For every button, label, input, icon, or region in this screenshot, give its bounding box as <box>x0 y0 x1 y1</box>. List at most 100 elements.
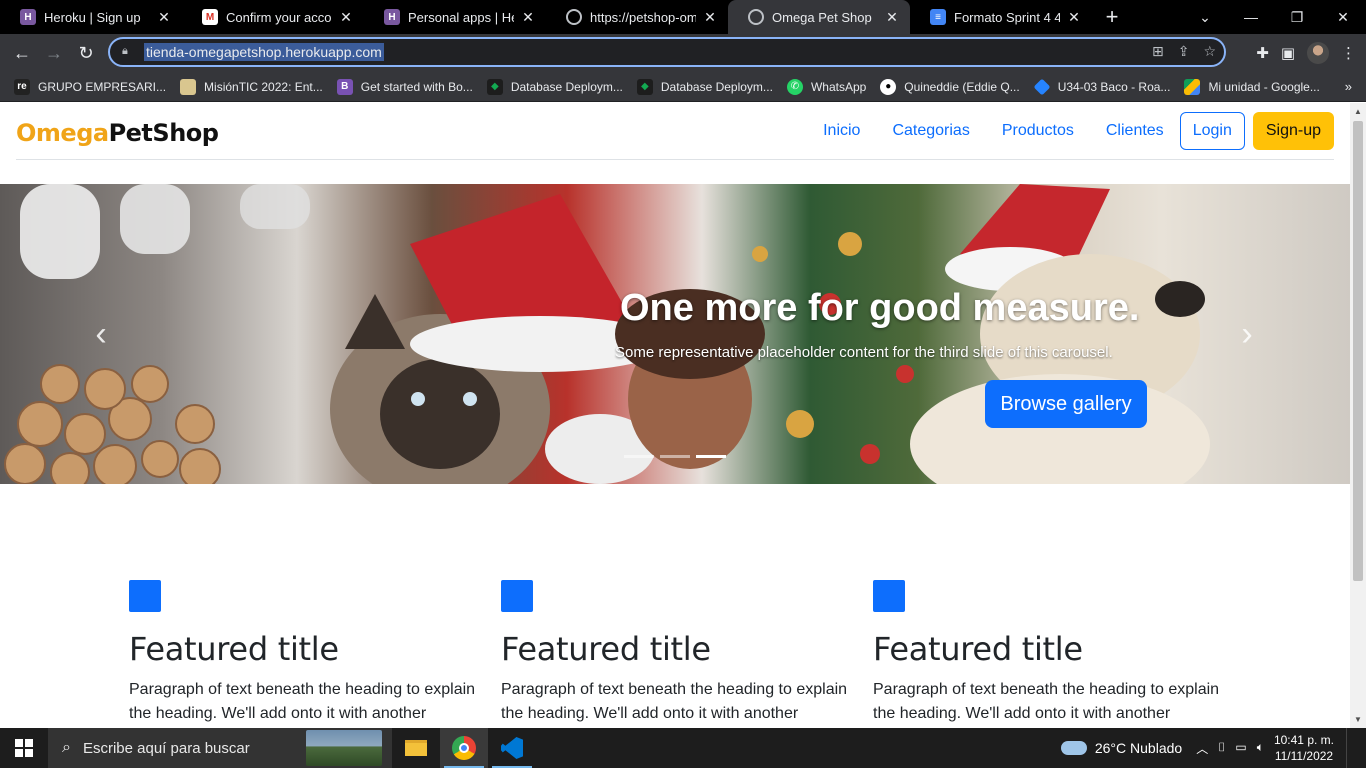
jira-icon <box>1033 78 1051 95</box>
bookmark-item[interactable]: U34-03 Baco - Roa... <box>1033 78 1170 95</box>
close-icon[interactable]: ✕ <box>1066 9 1082 25</box>
address-url[interactable]: tienda-omegapetshop.herokuapp.com <box>144 43 384 61</box>
feature-title: Featured title <box>873 630 1083 668</box>
nav-link-clientes[interactable]: Clientes <box>1106 111 1164 151</box>
network-icon[interactable]: ▭ <box>1235 740 1246 757</box>
gmail-icon: M <box>202 9 218 25</box>
windows-logo-icon <box>15 739 33 757</box>
browser-tab-strip: H Heroku | Sign up ✕ M Confirm your acco… <box>0 0 1366 34</box>
brand-part1: Omega <box>16 119 109 147</box>
bookmark-label: GRUPO EMPRESARI... <box>38 79 167 94</box>
login-button[interactable]: Login <box>1179 112 1245 150</box>
profile-avatar[interactable] <box>1307 42 1329 64</box>
translate-icon[interactable]: ⊞ <box>1152 43 1164 60</box>
bookmark-item[interactable]: ◆ Database Deploym... <box>636 78 773 95</box>
reload-icon[interactable]: ↻ <box>70 37 102 69</box>
bookmark-label: Database Deploym... <box>510 79 623 94</box>
carousel-indicator-active[interactable] <box>696 455 726 458</box>
volume-icon[interactable]: 🔈︎ <box>1257 740 1264 757</box>
chrome-app[interactable] <box>440 728 488 768</box>
carousel-next-icon[interactable]: › <box>1232 314 1262 354</box>
browser-tab[interactable]: H Personal apps | Herok ✕ <box>364 0 546 34</box>
browser-tab[interactable]: ≡ Formato Sprint 4 4A.d ✕ <box>910 0 1092 34</box>
side-panel-icon[interactable]: ▣ <box>1281 44 1295 62</box>
lock-icon[interactable]: 🔒︎ <box>122 45 136 59</box>
close-icon[interactable]: ✕ <box>520 9 536 25</box>
feature-column: Featured title Paragraph of text beneath… <box>501 580 851 726</box>
brand-part2: PetShop <box>108 119 219 147</box>
bookmark-item[interactable]: re GRUPO EMPRESARI... <box>14 78 167 95</box>
bookmark-item[interactable]: ● Quineddie (Eddie Q... <box>880 78 1020 95</box>
new-tab-button[interactable]: + <box>1098 3 1126 31</box>
close-window-button[interactable]: ✕ <box>1320 0 1366 34</box>
start-button[interactable] <box>0 728 48 768</box>
show-desktop-button[interactable] <box>1346 728 1366 768</box>
address-bar[interactable]: 🔒︎ tienda-omegapetshop.herokuapp.com ⊞ ⇪… <box>108 37 1226 67</box>
bookmark-item[interactable]: MisiónTIC 2022: Ent... <box>180 78 323 95</box>
browser-tab-active[interactable]: Omega Pet Shop ✕ <box>728 0 910 34</box>
scroll-up-icon[interactable]: ▲ <box>1354 107 1362 116</box>
signup-button[interactable]: Sign-up <box>1252 112 1334 150</box>
close-icon[interactable]: ✕ <box>156 9 172 25</box>
forward-icon[interactable]: → <box>38 37 70 69</box>
bookmark-label: WhatsApp <box>810 79 867 94</box>
bookmark-item[interactable]: ✆ WhatsApp <box>786 78 867 95</box>
carousel-indicator[interactable] <box>660 455 690 458</box>
feature-column: Featured title Paragraph of text beneath… <box>873 580 1223 726</box>
close-icon[interactable]: ✕ <box>338 9 354 25</box>
bookmark-item[interactable]: Mi unidad - Google... <box>1184 78 1320 95</box>
bookmark-item[interactable]: ◆ Database Deploym... <box>486 78 623 95</box>
nav-link-categorias[interactable]: Categorias <box>892 111 969 151</box>
close-icon[interactable]: ✕ <box>702 9 718 25</box>
weather-text: 26°C Nublado <box>1094 740 1183 756</box>
page-scrollbar[interactable]: ▲ ▼ <box>1350 103 1366 728</box>
site-navbar: OmegaPetShop Inicio Categorias Productos… <box>16 103 1334 160</box>
tab-title: https://petshop-omeg <box>590 9 696 25</box>
tab-title: Omega Pet Shop <box>772 9 872 25</box>
nav-link-productos[interactable]: Productos <box>1002 111 1074 151</box>
minimize-button[interactable]: — <box>1228 0 1274 34</box>
restore-button[interactable]: ❐ <box>1274 0 1320 34</box>
extensions-icon[interactable]: ✚ <box>1256 44 1269 62</box>
clock-time: 10:41 p. m. <box>1273 733 1334 747</box>
file-explorer-app[interactable] <box>392 728 440 768</box>
taskbar-search[interactable]: ⌕ Escribe aquí para buscar <box>48 728 392 768</box>
carousel-prev-icon[interactable]: ‹ <box>86 314 116 354</box>
heroku-icon: H <box>384 9 400 25</box>
bookmarks-bar: re GRUPO EMPRESARI... MisiónTIC 2022: Ent… <box>0 72 1366 102</box>
browser-tab[interactable]: H Heroku | Sign up ✕ <box>0 0 182 34</box>
feature-column: Featured title Paragraph of text beneath… <box>129 580 479 726</box>
more-bookmarks-icon[interactable]: » <box>1345 79 1352 94</box>
bookmark-item[interactable]: B Get started with Bo... <box>336 78 473 95</box>
vscode-app[interactable] <box>488 728 536 768</box>
chevron-up-icon[interactable]: ︿ <box>1196 740 1208 757</box>
heroku-icon: H <box>20 9 36 25</box>
scroll-down-icon[interactable]: ▼ <box>1354 715 1362 724</box>
scrollbar-thumb[interactable] <box>1353 121 1363 581</box>
carousel-slide-image <box>4 184 1210 484</box>
site-logo[interactable]: OmegaPetShop <box>16 119 219 147</box>
web-page: OmegaPetShop Inicio Categorias Productos… <box>0 103 1350 728</box>
hero-carousel[interactable]: One more for good measure. Some represen… <box>0 184 1350 484</box>
browse-gallery-button[interactable]: Browse gallery <box>985 380 1147 428</box>
menu-icon[interactable]: ⋮ <box>1341 44 1356 62</box>
carousel-indicators <box>624 455 726 458</box>
folder-icon <box>405 740 427 756</box>
mongodb-icon: ◆ <box>486 78 503 95</box>
camera-icon[interactable]: ⌷ <box>1218 740 1225 757</box>
feature-title: Featured title <box>501 630 711 668</box>
clock[interactable]: 10:41 p. m. 11/11/2022 <box>1274 732 1334 764</box>
back-icon[interactable]: ← <box>6 37 38 69</box>
close-icon[interactable]: ✕ <box>884 9 900 25</box>
bookmark-star-icon[interactable]: ☆ <box>1203 43 1216 60</box>
feature-text: Paragraph of text beneath the heading to… <box>129 681 476 722</box>
system-tray: 26°C Nublado ︿ ⌷ ▭ 🔈︎ 10:41 p. m. 11/11/… <box>1060 728 1366 768</box>
carousel-indicator[interactable] <box>624 455 654 458</box>
share-icon[interactable]: ⇪ <box>1178 43 1190 60</box>
weather-widget[interactable]: 26°C Nublado <box>1060 740 1183 756</box>
nav-link-inicio[interactable]: Inicio <box>823 111 860 151</box>
browser-tab[interactable]: https://petshop-omeg ✕ <box>546 0 728 34</box>
browser-tab[interactable]: M Confirm your account ✕ <box>182 0 364 34</box>
tab-search-icon[interactable]: ⌄ <box>1182 0 1228 34</box>
bookmark-label: Get started with Bo... <box>360 79 473 94</box>
